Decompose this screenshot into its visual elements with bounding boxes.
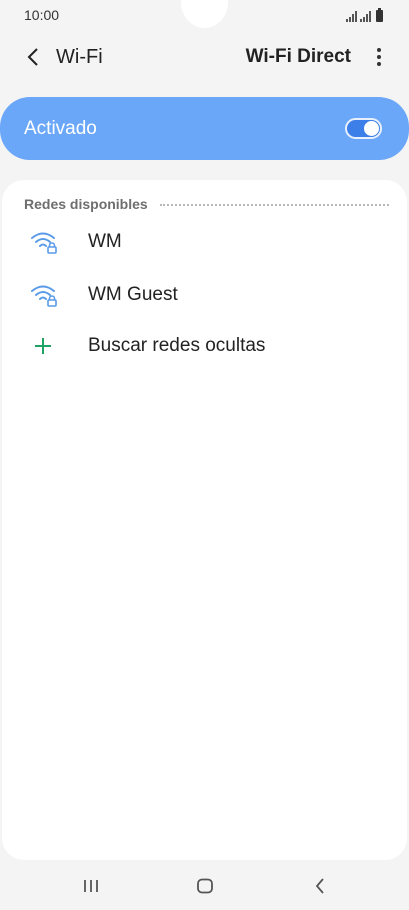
networks-card: Redes disponibles WM WM Guest Buscar red… (2, 180, 407, 860)
add-hidden-label: Buscar redes ocultas (88, 335, 266, 356)
page-title: Wi-Fi (56, 46, 103, 68)
more-options-button[interactable] (371, 44, 387, 70)
recent-apps-icon (84, 880, 98, 892)
chevron-left-icon (27, 48, 38, 66)
back-nav-button[interactable] (305, 874, 335, 898)
wifi-lock-icon (31, 285, 57, 307)
wifi-master-switch[interactable]: Activado (0, 97, 409, 160)
back-button[interactable] (20, 44, 46, 70)
more-dot (377, 48, 381, 52)
app-header: Wi-Fi Wi-Fi Direct (0, 36, 409, 80)
home-icon (197, 878, 213, 894)
signal-icon-2 (360, 11, 371, 22)
signal-icon (346, 11, 357, 22)
toggle-knob (364, 121, 379, 136)
battery-icon (376, 8, 383, 22)
home-button[interactable] (190, 874, 220, 898)
status-time: 10:00 (24, 7, 60, 23)
recent-apps-button[interactable] (76, 874, 106, 898)
network-row-wm[interactable]: WM (2, 217, 407, 269)
add-hidden-network-row[interactable]: Buscar redes ocultas (2, 321, 407, 373)
wifi-toggle[interactable] (345, 118, 382, 139)
status-icons (346, 8, 383, 22)
network-name: WM (88, 231, 122, 252)
navigation-bar (0, 862, 409, 910)
more-dot (377, 55, 381, 59)
wifi-lock-icon (31, 232, 57, 254)
section-divider (159, 203, 389, 206)
network-row-wm-guest[interactable]: WM Guest (2, 270, 407, 322)
more-dot (377, 62, 381, 66)
status-bar: 10:00 (0, 0, 409, 30)
section-header: Redes disponibles (24, 195, 389, 213)
back-nav-icon (315, 878, 324, 894)
wifi-direct-button[interactable]: Wi-Fi Direct (246, 46, 351, 68)
plus-icon (35, 338, 51, 354)
network-name: WM Guest (88, 284, 178, 305)
camera-notch (181, 0, 228, 28)
section-title: Redes disponibles (24, 196, 148, 212)
master-switch-label: Activado (24, 118, 97, 139)
